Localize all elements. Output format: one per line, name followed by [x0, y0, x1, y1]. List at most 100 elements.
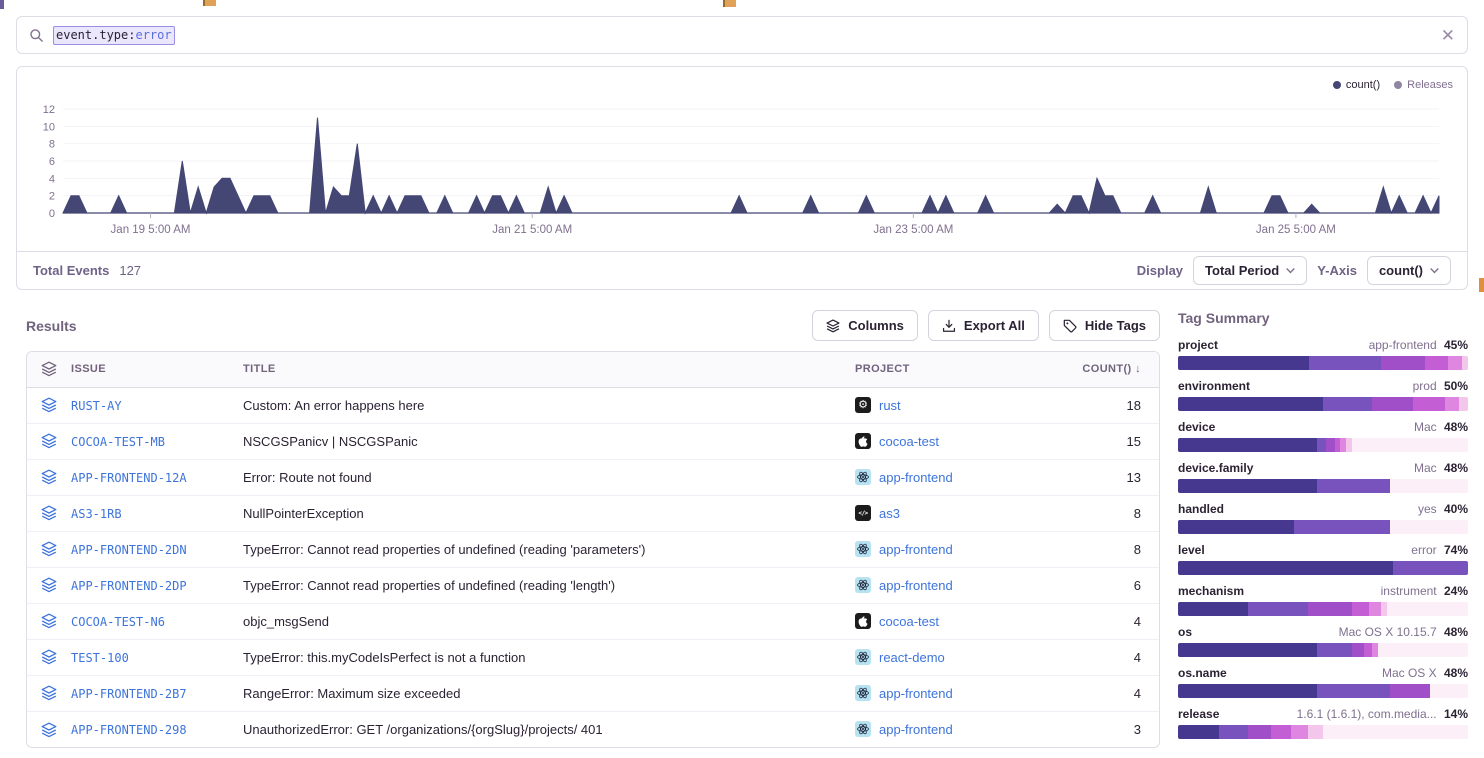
issue-title: NullPointerException — [243, 495, 855, 531]
y-axis-dropdown[interactable]: count() — [1367, 256, 1451, 285]
tag-bar-segment[interactable] — [1425, 356, 1448, 370]
events-area-chart[interactable]: 024681012Jan 19 5:00 AMJan 21 5:00 AMJan… — [17, 93, 1467, 251]
tag-bar-segment[interactable] — [1372, 643, 1378, 657]
tag-top-value: app-frontend 45% — [1369, 338, 1468, 352]
legend-item[interactable]: count() — [1333, 79, 1380, 91]
project-link[interactable]: app-frontend — [879, 686, 953, 701]
tag-bar-segment[interactable] — [1317, 438, 1326, 452]
column-header-count[interactable]: COUNT() ↓ — [1067, 352, 1159, 387]
project-link[interactable]: app-frontend — [879, 578, 953, 593]
tag-bar-segment[interactable] — [1219, 725, 1248, 739]
tag-bar-segment[interactable] — [1178, 561, 1393, 575]
tag-distribution-bar[interactable] — [1178, 643, 1468, 657]
chart-legend[interactable]: count() Releases — [17, 67, 1467, 93]
tag-distribution-bar[interactable] — [1178, 397, 1468, 411]
tag-name: device — [1178, 420, 1215, 434]
hide-tags-button[interactable]: Hide Tags — [1049, 310, 1160, 341]
svg-text:Jan 23 5:00 AM: Jan 23 5:00 AM — [873, 224, 953, 236]
project-link[interactable]: cocoa-test — [879, 434, 939, 449]
tag-bar-segment[interactable] — [1413, 397, 1445, 411]
column-header-title[interactable]: TITLE — [243, 352, 855, 387]
project-link[interactable]: react-demo — [879, 650, 945, 665]
tag-distribution-bar[interactable] — [1178, 356, 1468, 370]
issue-link[interactable]: AS3-1RB — [71, 507, 122, 521]
issue-link[interactable]: APP-FRONTEND-298 — [71, 723, 187, 737]
tag-bar-segment[interactable] — [1372, 397, 1413, 411]
tag-bar-segment[interactable] — [1390, 684, 1431, 698]
issue-link[interactable]: APP-FRONTEND-2B7 — [71, 687, 187, 701]
tag-bar-segment[interactable] — [1346, 438, 1352, 452]
tag-bar-segment[interactable] — [1459, 397, 1468, 411]
tag-bar-segment[interactable] — [1317, 643, 1352, 657]
tag-bar-segment[interactable] — [1381, 356, 1425, 370]
count-value: 8 — [1067, 495, 1159, 531]
issue-link[interactable]: APP-FRONTEND-12A — [71, 471, 187, 485]
tag-bar-segment[interactable] — [1309, 356, 1382, 370]
project-link[interactable]: app-frontend — [879, 722, 953, 737]
tag-distribution-bar[interactable] — [1178, 520, 1468, 534]
tag-bar-segment[interactable] — [1352, 602, 1369, 616]
tag-distribution-bar[interactable] — [1178, 479, 1468, 493]
search-query-token[interactable]: event.type:error — [53, 26, 175, 45]
tag-bar-segment[interactable] — [1448, 356, 1463, 370]
tag-bar-segment[interactable] — [1294, 520, 1390, 534]
tag-bar-segment[interactable] — [1178, 643, 1317, 657]
download-icon — [942, 319, 956, 333]
issue-link[interactable]: RUST-AY — [71, 399, 122, 413]
display-dropdown[interactable]: Total Period — [1193, 256, 1307, 285]
issue-link[interactable]: TEST-100 — [71, 651, 129, 665]
tag-bar-segment[interactable] — [1178, 397, 1323, 411]
svg-text:Jan 21 5:00 AM: Jan 21 5:00 AM — [492, 224, 572, 236]
search-bar[interactable]: event.type:error ✕ — [16, 16, 1468, 54]
tag-bar-segment[interactable] — [1178, 438, 1317, 452]
issue-link[interactable]: COCOA-TEST-MB — [71, 435, 165, 449]
tag-summary-item: os.nameMac OS X 48% — [1178, 666, 1468, 698]
project-link[interactable]: cocoa-test — [879, 614, 939, 629]
project-link[interactable]: rust — [879, 398, 901, 413]
tag-bar-segment[interactable] — [1369, 602, 1381, 616]
tag-bar-segment[interactable] — [1381, 602, 1387, 616]
project-link[interactable]: as3 — [879, 506, 900, 521]
export-all-button[interactable]: Export All — [928, 310, 1039, 341]
tag-bar-segment[interactable] — [1326, 438, 1335, 452]
close-icon[interactable]: ✕ — [1441, 27, 1455, 44]
tag-bar-segment[interactable] — [1178, 479, 1317, 493]
tag-bar-segment[interactable] — [1291, 725, 1308, 739]
edge-artifact — [723, 0, 736, 7]
tag-bar-segment[interactable] — [1178, 684, 1317, 698]
tag-bar-segment[interactable] — [1317, 684, 1390, 698]
tag-bar-segment[interactable] — [1308, 602, 1352, 616]
columns-button[interactable]: Columns — [812, 310, 918, 341]
tag-bar-segment[interactable] — [1248, 602, 1309, 616]
tag-bar-segment[interactable] — [1393, 561, 1468, 575]
tag-distribution-bar[interactable] — [1178, 438, 1468, 452]
tag-distribution-bar[interactable] — [1178, 725, 1468, 739]
tag-bar-segment[interactable] — [1352, 643, 1364, 657]
tag-distribution-bar[interactable] — [1178, 602, 1468, 616]
tag-distribution-bar[interactable] — [1178, 561, 1468, 575]
column-header-issue[interactable]: ISSUE — [71, 352, 243, 387]
project-link[interactable]: app-frontend — [879, 470, 953, 485]
tag-bar-segment[interactable] — [1462, 356, 1468, 370]
tag-bar-segment[interactable] — [1308, 725, 1323, 739]
tag-bar-segment[interactable] — [1178, 520, 1294, 534]
tag-bar-segment[interactable] — [1271, 725, 1291, 739]
legend-dot — [1394, 81, 1402, 89]
tag-bar-segment[interactable] — [1317, 479, 1390, 493]
layers-icon — [27, 675, 71, 711]
tag-bar-segment[interactable] — [1323, 397, 1372, 411]
tag-bar-segment[interactable] — [1178, 356, 1309, 370]
project-link[interactable]: app-frontend — [879, 542, 953, 557]
issue-link[interactable]: APP-FRONTEND-2DP — [71, 579, 187, 593]
legend-item[interactable]: Releases — [1394, 79, 1453, 91]
tag-distribution-bar[interactable] — [1178, 684, 1468, 698]
tag-bar-segment[interactable] — [1248, 725, 1271, 739]
issue-link[interactable]: APP-FRONTEND-2DN — [71, 543, 187, 557]
svg-text:2: 2 — [49, 191, 55, 203]
tag-bar-segment[interactable] — [1445, 397, 1460, 411]
tag-bar-segment[interactable] — [1178, 725, 1219, 739]
issue-link[interactable]: COCOA-TEST-N6 — [71, 615, 165, 629]
tag-bar-segment[interactable] — [1178, 602, 1248, 616]
tag-bar-segment[interactable] — [1364, 643, 1373, 657]
column-header-project[interactable]: PROJECT — [855, 352, 1067, 387]
